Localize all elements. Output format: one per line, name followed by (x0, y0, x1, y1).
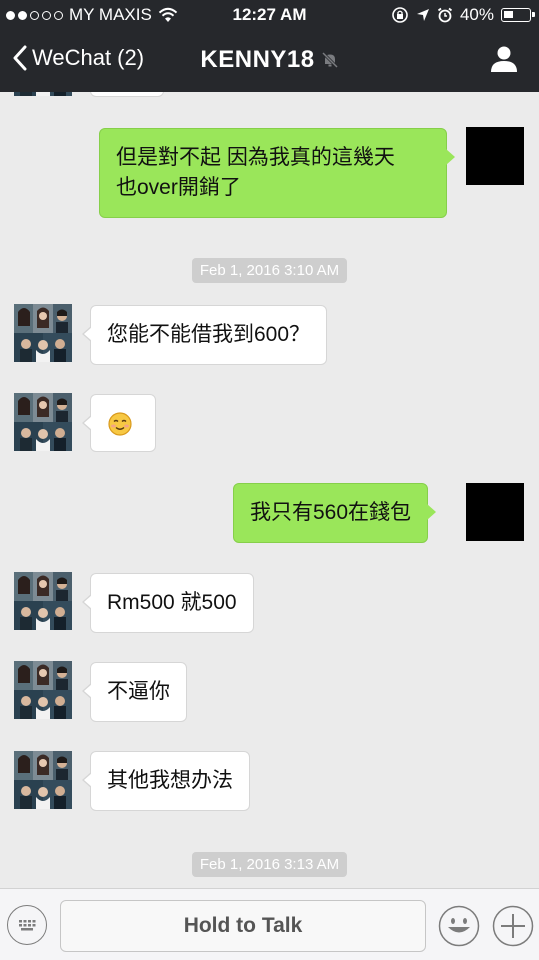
battery-percent: 40% (459, 5, 494, 24)
profile-icon[interactable] (489, 44, 519, 74)
timestamp-text: Feb 1, 2016 3:13 AM (191, 852, 348, 877)
timestamp: Feb 1, 2016 3:10 AM (0, 258, 539, 283)
mute-bell-icon (321, 51, 338, 69)
status-bar: MY MAXIS 12:27 AM 40% (0, 0, 539, 30)
contact-avatar[interactable] (14, 92, 72, 96)
timestamp-text: Feb 1, 2016 3:10 AM (191, 258, 348, 283)
plus-icon[interactable] (492, 905, 534, 947)
contact-avatar[interactable] (14, 572, 72, 630)
outgoing-message[interactable]: 我只有560在錢包 (233, 483, 437, 543)
timestamp: Feb 1, 2016 3:13 AM (0, 852, 539, 877)
incoming-message[interactable] (82, 394, 156, 452)
outgoing-message[interactable]: 但是對不起 因為我真的這幾天 也over開銷了 (99, 128, 455, 218)
message-line: 也over開銷了 (116, 176, 241, 199)
chat-title-area: KENNY18 (0, 46, 539, 74)
keyboard-icon (18, 919, 35, 930)
lock-rotation-icon (392, 7, 408, 23)
chat-area[interactable]: 但是對不起 因為我真的這幾天 也over開銷了 Feb 1, 2016 3:10… (0, 92, 539, 888)
incoming-message[interactable]: Rm500 就500 (82, 573, 254, 633)
status-right: 40% (391, 5, 535, 25)
hold-to-talk-button[interactable]: Hold to Talk (60, 900, 426, 952)
incoming-message[interactable]: 您能不能借我到600？ (81, 305, 328, 365)
my-avatar[interactable] (466, 483, 524, 541)
contact-avatar[interactable] (14, 661, 72, 719)
contact-avatar[interactable] (14, 393, 72, 451)
page-title: KENNY18 (200, 46, 315, 73)
battery-icon (501, 8, 535, 22)
message-line: 但是對不起 因為我真的這幾天 (116, 146, 395, 169)
contact-avatar[interactable] (14, 751, 72, 809)
my-avatar[interactable] (466, 127, 524, 185)
alarm-icon (437, 7, 453, 23)
chat-header: WeChat (2) KENNY18 (0, 30, 539, 92)
input-bar: Hold to Talk (0, 888, 539, 960)
incoming-message[interactable]: 其他我想办法 (82, 751, 250, 811)
location-arrow-icon (416, 9, 429, 21)
message-bubble-partial (90, 92, 164, 97)
contact-avatar[interactable] (14, 304, 72, 362)
smile-emoji-icon (108, 412, 132, 436)
keyboard-toggle-button[interactable] (7, 905, 47, 945)
emoji-icon[interactable] (438, 905, 480, 947)
incoming-message[interactable]: 不逼你 (82, 662, 187, 722)
